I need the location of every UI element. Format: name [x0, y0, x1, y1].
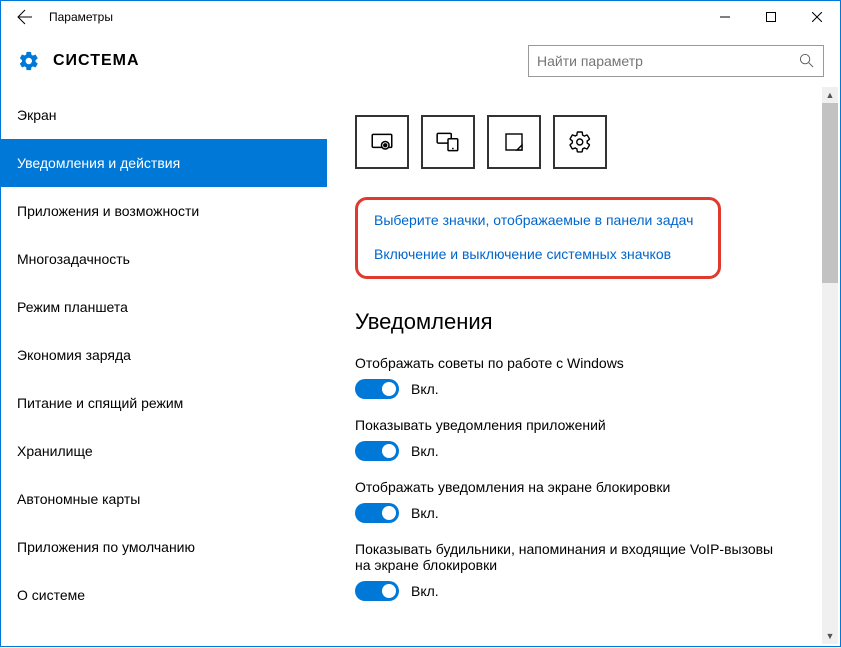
sidebar-item-power[interactable]: Питание и спящий режим	[1, 379, 327, 427]
minimize-button[interactable]	[702, 1, 748, 33]
sidebar-item-display[interactable]: Экран	[1, 91, 327, 139]
sidebar-item-about[interactable]: О системе	[1, 571, 327, 619]
sidebar-item-label: Хранилище	[17, 443, 93, 459]
setting-windows-tips: Отображать советы по работе с Windows Вк…	[355, 355, 820, 399]
sidebar: Экран Уведомления и действия Приложения …	[1, 91, 327, 648]
quick-action-settings[interactable]	[553, 115, 607, 169]
sidebar-item-maps[interactable]: Автономные карты	[1, 475, 327, 523]
setting-label: Показывать будильники, напоминания и вхо…	[355, 541, 775, 573]
toggle-switch[interactable]	[355, 581, 399, 601]
sidebar-item-label: Экономия заряда	[17, 347, 131, 363]
scroll-track[interactable]	[822, 103, 838, 628]
setting-label: Показывать уведомления приложений	[355, 417, 820, 433]
sidebar-item-label: Автономные карты	[17, 491, 140, 507]
toggle-switch[interactable]	[355, 441, 399, 461]
search-box[interactable]	[528, 45, 824, 77]
maximize-button[interactable]	[748, 1, 794, 33]
quick-action-connect[interactable]	[421, 115, 475, 169]
sidebar-item-label: О системе	[17, 587, 85, 603]
sidebar-item-storage[interactable]: Хранилище	[1, 427, 327, 475]
back-button[interactable]	[9, 1, 41, 33]
scroll-up-arrow[interactable]: ▲	[822, 87, 838, 103]
sidebar-item-label: Режим планшета	[17, 299, 128, 315]
notifications-heading: Уведомления	[355, 309, 820, 335]
sidebar-item-label: Приложения и возможности	[17, 203, 199, 219]
sidebar-item-label: Экран	[17, 107, 57, 123]
highlighted-links-box: Выберите значки, отображаемые в панели з…	[355, 197, 721, 279]
page-heading: СИСТЕМА	[53, 52, 140, 70]
vertical-scrollbar[interactable]: ▲ ▼	[822, 87, 838, 644]
toggle-state-label: Вкл.	[411, 583, 439, 599]
scroll-down-arrow[interactable]: ▼	[822, 628, 838, 644]
sidebar-item-battery[interactable]: Экономия заряда	[1, 331, 327, 379]
sidebar-item-apps[interactable]: Приложения и возможности	[1, 187, 327, 235]
sidebar-item-multitasking[interactable]: Многозадачность	[1, 235, 327, 283]
sidebar-item-notifications[interactable]: Уведомления и действия	[1, 139, 327, 187]
setting-lockscreen-notifications: Отображать уведомления на экране блокиро…	[355, 479, 820, 523]
sidebar-item-default-apps[interactable]: Приложения по умолчанию	[1, 523, 327, 571]
toggle-switch[interactable]	[355, 379, 399, 399]
window-title: Параметры	[49, 10, 113, 24]
quick-actions-row	[355, 115, 820, 169]
link-taskbar-icons[interactable]: Выберите значки, отображаемые в панели з…	[374, 212, 702, 228]
search-input[interactable]	[537, 53, 799, 69]
sidebar-item-tablet[interactable]: Режим планшета	[1, 283, 327, 331]
toggle-state-label: Вкл.	[411, 505, 439, 521]
setting-alarms-voip: Показывать будильники, напоминания и вхо…	[355, 541, 820, 601]
sidebar-item-label: Уведомления и действия	[17, 155, 180, 171]
sidebar-item-label: Многозадачность	[17, 251, 130, 267]
setting-app-notifications: Показывать уведомления приложений Вкл.	[355, 417, 820, 461]
toggle-state-label: Вкл.	[411, 381, 439, 397]
header: СИСТЕМА	[1, 33, 840, 91]
content-pane: Выберите быстрые действия Выберите значк…	[327, 91, 840, 648]
sidebar-item-label: Приложения по умолчанию	[17, 539, 195, 555]
scroll-thumb[interactable]	[822, 103, 838, 283]
setting-label: Отображать уведомления на экране блокиро…	[355, 479, 820, 495]
setting-label: Отображать советы по работе с Windows	[355, 355, 820, 371]
toggle-switch[interactable]	[355, 503, 399, 523]
sidebar-item-label: Питание и спящий режим	[17, 395, 183, 411]
close-button[interactable]	[794, 1, 840, 33]
toggle-state-label: Вкл.	[411, 443, 439, 459]
link-system-icons[interactable]: Включение и выключение системных значков	[374, 246, 702, 262]
titlebar: Параметры	[1, 1, 840, 33]
quick-action-note[interactable]	[487, 115, 541, 169]
gear-icon	[17, 49, 41, 73]
quick-action-tablet-mode[interactable]	[355, 115, 409, 169]
search-icon	[799, 53, 815, 69]
